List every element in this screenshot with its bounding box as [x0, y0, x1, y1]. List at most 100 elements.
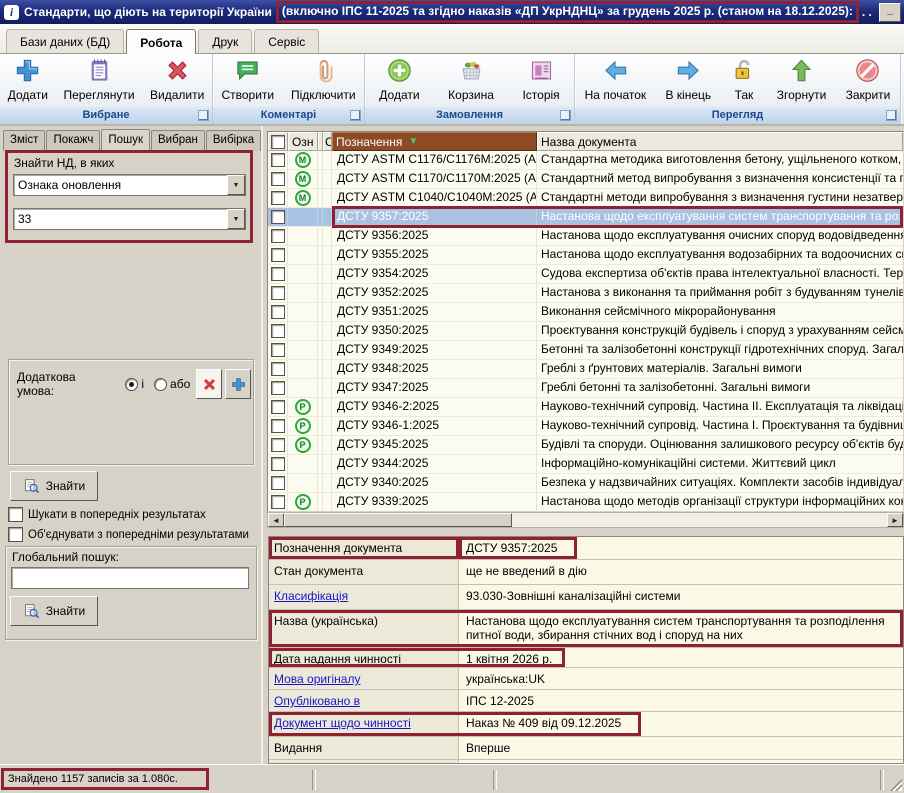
cell[interactable] — [323, 170, 332, 188]
cell[interactable] — [323, 455, 332, 473]
cell-designation[interactable]: ДСТУ 9355:2025 — [332, 246, 537, 264]
cell[interactable] — [288, 265, 318, 283]
row-checkbox[interactable] — [271, 286, 285, 300]
row-checkbox[interactable] — [271, 362, 285, 376]
cell-designation[interactable]: ДСТУ ASTM C1170/C1170M:2025 (А: — [332, 170, 537, 188]
scroll-right-arrow[interactable]: ► — [887, 513, 903, 527]
cell-designation[interactable]: ДСТУ 9344:2025 — [332, 455, 537, 473]
toolbar-button-переглянути[interactable]: Переглянути — [59, 56, 138, 103]
table-row[interactable]: РДСТУ 9345:2025Будівлі та споруди. Оціню… — [268, 436, 903, 455]
cell[interactable] — [288, 284, 318, 302]
row-checkbox[interactable] — [271, 191, 285, 205]
table-row[interactable]: МДСТУ ASTM C1040/C1040M:2025 (А:Стандарт… — [268, 189, 903, 208]
column-header-name[interactable]: Назва документа — [537, 132, 903, 151]
cell-designation[interactable]: ДСТУ 9350:2025 — [332, 322, 537, 340]
cell-document-name[interactable]: Проєктування конструкцій будівель і спор… — [537, 322, 903, 340]
checkbox-icon[interactable] — [271, 135, 285, 149]
cell[interactable]: Р — [288, 493, 318, 511]
cell-designation[interactable]: ДСТУ 9356:2025 — [332, 227, 537, 245]
left-tab-покажч[interactable]: Покажч — [46, 130, 100, 151]
cell[interactable] — [323, 246, 332, 264]
horizontal-scrollbar[interactable]: ◄ ► — [267, 512, 904, 528]
cell[interactable] — [268, 151, 288, 169]
detail-label-link[interactable]: Документ щодо чинності — [274, 716, 411, 730]
toolbar-button-додати[interactable]: Додати — [375, 56, 423, 103]
toolbar-button-додати[interactable]: Додати — [4, 56, 52, 103]
cell[interactable] — [323, 208, 332, 226]
table-row[interactable]: ДСТУ 9351:2025Виконання сейсмічного мікр… — [268, 303, 903, 322]
cell[interactable] — [268, 417, 288, 435]
column-header-clip[interactable]: С — [323, 132, 332, 151]
cell-document-name[interactable]: Судова експертиза об'єктів права інтелек… — [537, 265, 903, 283]
cell-document-name[interactable]: Стандартні методи випробування з визначе… — [537, 189, 903, 207]
scroll-left-arrow[interactable]: ◄ — [268, 513, 284, 527]
cell[interactable] — [288, 208, 318, 226]
toolbar-button-згорнути[interactable]: Згорнути — [773, 56, 831, 103]
cell-designation[interactable]: ДСТУ 9346-1:2025 — [332, 417, 537, 435]
detail-label[interactable]: Опубліковано в — [269, 690, 459, 711]
table-row[interactable]: ДСТУ 9352:2025Настанова з виконання та п… — [268, 284, 903, 303]
cell-document-name[interactable]: Настанова щодо експлуатування водозабірн… — [537, 246, 903, 264]
table-row[interactable]: ДСТУ 9350:2025Проєктування конструкцій б… — [268, 322, 903, 341]
table-row[interactable]: МДСТУ ASTM C1176/C1176M:2025 (А:Стандарт… — [268, 151, 903, 170]
select-all-checkbox[interactable] — [268, 132, 288, 151]
column-header-designation[interactable]: Позначення ▼ — [332, 132, 537, 151]
checkbox-merge-previous[interactable]: Об'єднувати з попередніми результатами — [8, 527, 260, 542]
scrollbar-thumb[interactable] — [284, 513, 512, 527]
detail-label-link[interactable]: Класифікація — [274, 589, 348, 603]
cell[interactable] — [288, 341, 318, 359]
row-checkbox[interactable] — [271, 419, 285, 433]
table-row[interactable]: ДСТУ 9347:2025Греблі бетонні та залізобе… — [268, 379, 903, 398]
cell-document-name[interactable]: Настанова щодо експлуатування систем тра… — [537, 208, 903, 226]
table-row[interactable]: ДСТУ 9355:2025Настанова щодо експлуатува… — [268, 246, 903, 265]
cell[interactable]: Р — [288, 436, 318, 454]
dialog-launcher-icon[interactable] — [350, 110, 361, 121]
find-button[interactable]: Знайти — [10, 471, 98, 501]
cell-designation[interactable]: ДСТУ 9347:2025 — [332, 379, 537, 397]
cell-document-name[interactable]: Будівлі та споруди. Оцінювання залишково… — [537, 436, 903, 454]
cell[interactable] — [323, 398, 332, 416]
cell[interactable] — [268, 265, 288, 283]
cell-designation[interactable]: ДСТУ ASTM C1176/C1176M:2025 (А: — [332, 151, 537, 169]
toolbar-button-підключити[interactable]: Підключити — [287, 56, 360, 103]
cell[interactable] — [323, 303, 332, 321]
detail-label[interactable]: Документ щодо чинності — [269, 712, 459, 736]
cell[interactable]: М — [288, 189, 318, 207]
cell[interactable] — [268, 341, 288, 359]
cell[interactable] — [268, 379, 288, 397]
cell-document-name[interactable]: Настанова щодо методів організації струк… — [537, 493, 903, 511]
cell-designation[interactable]: ДСТУ 9351:2025 — [332, 303, 537, 321]
detail-label-link[interactable]: Опубліковано в — [274, 694, 360, 708]
toolbar-button-на початок[interactable]: На початок — [581, 56, 651, 103]
checkbox-icon[interactable] — [8, 507, 23, 522]
cell[interactable] — [323, 189, 332, 207]
cell[interactable] — [268, 170, 288, 188]
column-header-mark[interactable]: Озн — [288, 132, 318, 151]
cell-designation[interactable]: ДСТУ 9352:2025 — [332, 284, 537, 302]
cell[interactable] — [288, 227, 318, 245]
left-tab-пошук[interactable]: Пошук — [101, 129, 150, 150]
condition-add-button[interactable] — [225, 369, 251, 399]
toolbar-button-корзина[interactable]: Корзина — [444, 56, 498, 103]
global-search-input[interactable] — [11, 567, 249, 589]
cell-document-name[interactable]: Стандартна методика виготовлення бетону,… — [537, 151, 903, 169]
cell[interactable] — [323, 227, 332, 245]
left-tab-зміст[interactable]: Зміст — [3, 130, 45, 151]
detail-label[interactable]: Мова оригіналу — [269, 668, 459, 689]
cell-document-name[interactable]: Греблі бетонні та залізобетонні. Загальн… — [537, 379, 903, 397]
row-checkbox[interactable] — [271, 229, 285, 243]
table-row[interactable]: РДСТУ 9339:2025Настанова щодо методів ор… — [268, 493, 903, 512]
cell[interactable] — [288, 360, 318, 378]
row-checkbox[interactable] — [271, 400, 285, 414]
left-tab-вибран[interactable]: Вибран — [151, 130, 205, 151]
toolbar-button-створити[interactable]: Створити — [217, 56, 278, 103]
toolbar-button-історія[interactable]: Історія — [518, 56, 563, 103]
cell[interactable] — [268, 189, 288, 207]
menu-tab-робота[interactable]: Робота — [126, 29, 196, 54]
row-checkbox[interactable] — [271, 305, 285, 319]
cell-designation[interactable]: ДСТУ 9340:2025 — [332, 474, 537, 492]
dialog-launcher-icon[interactable] — [560, 110, 571, 121]
cell[interactable] — [288, 379, 318, 397]
radio-and[interactable] — [125, 378, 138, 391]
cell[interactable] — [323, 265, 332, 283]
